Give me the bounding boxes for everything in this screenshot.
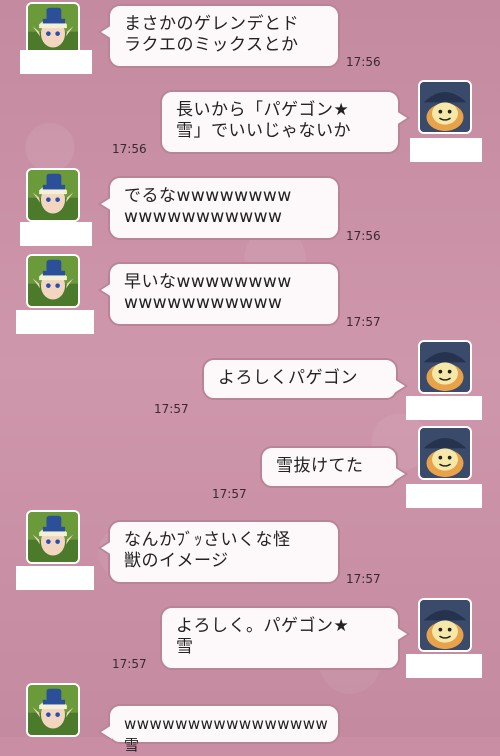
sender-name-box bbox=[406, 484, 482, 508]
sender-name-box bbox=[16, 566, 94, 590]
message-timestamp: 17:56 bbox=[346, 55, 381, 69]
message-bubble[interactable]: 雪抜けてた bbox=[260, 446, 408, 488]
sender-name-box bbox=[410, 138, 482, 162]
user-avatar-icon[interactable] bbox=[26, 2, 80, 56]
user-avatar-icon[interactable] bbox=[26, 510, 80, 564]
sender-name-box bbox=[20, 222, 92, 246]
message-bubble[interactable]: まさかのゲレンデとド ラクエのミックスとか bbox=[98, 4, 340, 68]
user-avatar-icon[interactable] bbox=[418, 598, 472, 652]
user-avatar-icon[interactable] bbox=[26, 254, 80, 308]
message-bubble[interactable]: よろしく。パゲゴン★ 雪 bbox=[160, 606, 410, 670]
user-avatar-icon[interactable] bbox=[26, 683, 80, 737]
message-timestamp: 17:57 bbox=[346, 572, 381, 586]
user-avatar-icon[interactable] bbox=[418, 426, 472, 480]
message-timestamp: 17:57 bbox=[154, 402, 189, 416]
user-avatar-icon[interactable] bbox=[418, 340, 472, 394]
message-bubble[interactable]: なんかﾌﾞｯさいくな怪 獣のイメージ bbox=[98, 520, 340, 584]
sender-name-box bbox=[16, 310, 94, 334]
message-timestamp: 17:56 bbox=[346, 229, 381, 243]
message-bubble[interactable]: wwwwwwwwwwwwwwww雪 bbox=[98, 704, 340, 754]
sender-name-box bbox=[20, 50, 92, 74]
message-bubble[interactable]: よろしくパゲゴン bbox=[202, 358, 408, 400]
sender-name-box bbox=[406, 396, 482, 420]
user-avatar-icon[interactable] bbox=[26, 168, 80, 222]
message-timestamp: 17:56 bbox=[112, 142, 147, 156]
message-timestamp: 17:57 bbox=[212, 487, 247, 501]
message-bubble[interactable]: 早いなwwwwwwww wwwwwwwwwww bbox=[98, 262, 340, 326]
message-timestamp: 17:57 bbox=[346, 315, 381, 329]
message-bubble[interactable]: 長いから「パゲゴン★ 雪」でいいじゃないか bbox=[160, 90, 410, 154]
message-bubble[interactable]: でるなwwwwwwww wwwwwwwwwww bbox=[98, 176, 340, 240]
user-avatar-icon[interactable] bbox=[418, 80, 472, 134]
message-timestamp: 17:57 bbox=[112, 657, 147, 671]
sender-name-box bbox=[406, 654, 482, 678]
